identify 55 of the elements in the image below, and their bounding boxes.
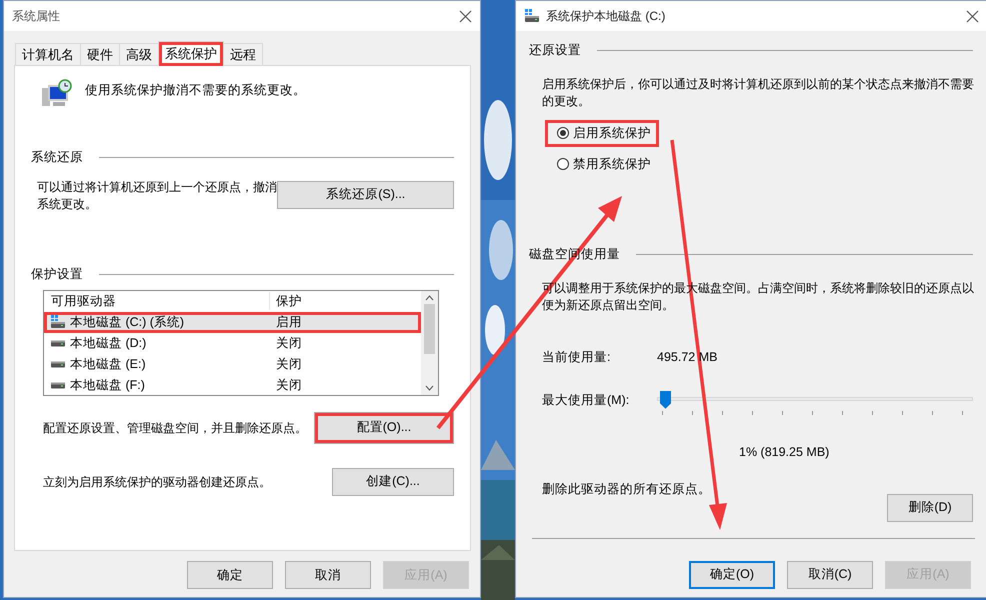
button[interactable]: 确定 bbox=[187, 561, 273, 589]
scroll-down-icon bbox=[425, 384, 434, 390]
close-icon[interactable] bbox=[966, 10, 979, 22]
usage-label: 最大使用量(M): bbox=[542, 392, 630, 409]
window-title: 系统属性 bbox=[12, 8, 60, 25]
drive-icon bbox=[50, 360, 66, 368]
drive-name: 本地磁盘 (F:) bbox=[70, 376, 145, 394]
drive-name: 本地磁盘 (C:) (系统) bbox=[70, 314, 184, 331]
column-header[interactable]: 可用驱动器 bbox=[44, 292, 270, 310]
list-row[interactable]: 本地磁盘 (D:) 关闭 bbox=[44, 332, 421, 354]
button[interactable]: 系统还原(S)... bbox=[277, 180, 454, 209]
description-text: 配置还原设置、管理磁盘空间，并且删除还原点。 bbox=[43, 420, 307, 436]
button[interactable]: 删除(D) bbox=[887, 494, 973, 522]
description-text: 启用系统保护后，你可以通过及时将计算机还原到以前的某个状态点来撤消不需要的更改。 bbox=[542, 76, 975, 110]
drive-icon bbox=[50, 340, 66, 346]
slider-thumb[interactable] bbox=[660, 390, 671, 409]
description-text: 删除此驱动器的所有还原点。 bbox=[542, 480, 711, 498]
tab[interactable]: 计算机名 bbox=[15, 43, 81, 65]
system-drive-icon bbox=[50, 315, 66, 329]
button[interactable]: 取消(C) bbox=[787, 560, 873, 588]
radio-option[interactable]: 启用系统保护 bbox=[545, 120, 659, 146]
slider-reading: 1% (819.25 MB) bbox=[739, 444, 830, 461]
intro-text: 使用系统保护撤消不需要的系统更改。 bbox=[85, 82, 306, 99]
tab[interactable]: 远程 bbox=[223, 43, 263, 65]
drive-name: 本地磁盘 (E:) bbox=[70, 356, 146, 373]
protection-status: 关闭 bbox=[275, 376, 302, 394]
section-heading: 保护设置 bbox=[31, 266, 83, 283]
column-header[interactable]: 保护 bbox=[270, 292, 302, 310]
window-title: 系统保护本地磁盘 (C:) bbox=[546, 8, 666, 25]
list-row[interactable]: 本地磁盘 (E:) 关闭 bbox=[44, 354, 421, 374]
button[interactable]: 配置(O)... bbox=[314, 412, 454, 444]
drive-name: 本地磁盘 (D:) bbox=[70, 334, 146, 352]
section-heading: 还原设置 bbox=[529, 42, 581, 59]
protection-status: 启用 bbox=[275, 314, 302, 331]
option-label: 启用系统保护 bbox=[573, 124, 651, 142]
button[interactable]: 确定(O) bbox=[689, 560, 775, 588]
button[interactable]: 取消 bbox=[285, 561, 371, 589]
radio-option[interactable]: 禁用系统保护 bbox=[545, 150, 659, 178]
option-label: 禁用系统保护 bbox=[573, 156, 651, 172]
scroll-up-icon bbox=[425, 294, 434, 300]
section-heading: 系统还原 bbox=[31, 149, 83, 166]
list-row[interactable]: 本地磁盘 (C:) (系统) 启用 bbox=[44, 312, 421, 332]
scroll-thumb[interactable] bbox=[424, 304, 435, 354]
protection-status: 关闭 bbox=[275, 356, 302, 373]
drive-icon bbox=[50, 382, 66, 388]
description-text: 可以通过将计算机还原到上一个还原点，撤消系统更改。 bbox=[37, 178, 278, 213]
protection-status: 关闭 bbox=[275, 334, 302, 352]
close-icon[interactable] bbox=[459, 10, 472, 22]
usage-label: 当前使用量: bbox=[542, 349, 612, 366]
slider-track[interactable] bbox=[657, 390, 973, 415]
list-row[interactable]: 本地磁盘 (F:) 关闭 bbox=[44, 374, 421, 396]
tab[interactable]: 系统保护 bbox=[158, 41, 224, 66]
description-text: 立刻为启用系统保护的驱动器创建还原点。 bbox=[43, 474, 271, 490]
system-drive-icon bbox=[524, 9, 540, 23]
button[interactable]: 创建(C)... bbox=[332, 468, 454, 496]
